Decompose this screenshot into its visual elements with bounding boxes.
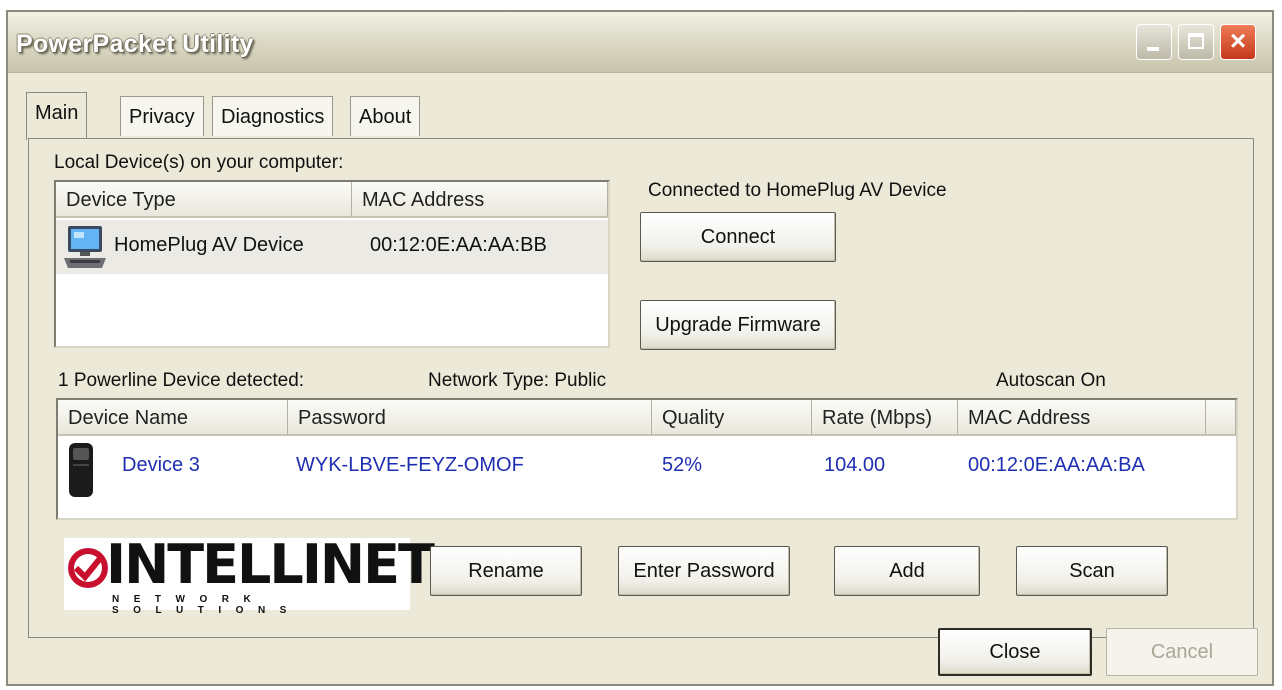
logo-wordmark: INTELLINET [106,533,435,596]
powerpacket-window: PowerPacket Utility × Main Privacy Diagn… [6,10,1274,686]
upgrade-firmware-button[interactable]: Upgrade Firmware [640,300,836,350]
computer-icon [64,226,106,268]
minimize-icon [1147,47,1159,51]
close-window-button[interactable]: × [1220,24,1256,60]
tab-diagnostics[interactable]: Diagnostics [212,96,334,136]
intellinet-check-icon [68,548,108,588]
intellinet-logo: INTELLINET NETWORK SOLUTIONS [64,534,435,616]
table-row[interactable]: HomePlug AV Device 00:12:0E:AA:AA:BB [56,220,608,274]
tab-privacy[interactable]: Privacy [120,96,204,136]
column-header-rate[interactable]: Rate (Mbps) [812,400,958,436]
mac-address-cell: 00:12:0E:AA:AA:BA [968,454,1145,476]
local-devices-heading: Local Device(s) on your computer: [54,152,344,173]
column-header-label: Password [298,407,386,429]
local-device-list[interactable]: Device Type MAC Address HomePlug AV Devi… [54,180,610,348]
connection-status: Connected to HomePlug AV Device [648,180,947,201]
tab-about-label: About [359,106,412,128]
connect-button[interactable]: Connect [640,212,836,262]
quality-cell: 52% [662,454,703,476]
enter-password-button[interactable]: Enter Password [618,546,790,596]
tab-diagnostics-label: Diagnostics [221,106,325,128]
rate-cell: 104.00 [824,454,886,476]
column-header-mac-address[interactable]: MAC Address [958,400,1206,436]
logo-tagline: NETWORK SOLUTIONS [112,594,301,616]
table-row[interactable]: Device 3 WYK-LBVE-FEYZ-OMOF 52% 104.00 0… [58,438,1236,504]
maximize-button[interactable] [1178,24,1214,60]
column-header-mac-address[interactable]: MAC Address [352,182,608,218]
tab-main[interactable]: Main [26,92,88,140]
add-button[interactable]: Add [834,546,980,596]
tab-privacy-label: Privacy [129,106,195,128]
minimize-button[interactable] [1136,24,1172,60]
rename-button[interactable]: Rename [430,546,582,596]
column-header-password[interactable]: Password [288,400,652,436]
column-header-label: Quality [662,407,725,429]
title-bar[interactable]: PowerPacket Utility × [8,12,1272,73]
column-header-label: MAC Address [968,407,1091,429]
close-button[interactable]: Close [938,628,1092,676]
column-header-device-type[interactable]: Device Type [56,182,352,218]
close-icon: × [1229,25,1247,56]
network-type-text: Network Type: Public [428,370,607,391]
column-header-quality[interactable]: Quality [652,400,812,436]
column-header-label: Rate (Mbps) [822,407,933,429]
tab-main-label: Main [35,102,79,124]
scan-button[interactable]: Scan [1016,546,1168,596]
column-header-filler [1206,400,1236,436]
column-header-device-name[interactable]: Device Name [58,400,288,436]
powerline-adapter-icon [69,443,93,497]
device-name-cell: Device 3 [122,454,200,476]
column-header-label: Device Name [68,407,189,429]
mac-address-cell: 00:12:0E:AA:AA:BB [370,234,547,256]
column-header-label: Device Type [66,189,176,211]
autoscan-status-text: Autoscan On [996,370,1106,391]
cancel-button[interactable]: Cancel [1106,628,1258,676]
powerline-device-list[interactable]: Device Name Password Quality Rate (Mbps)… [56,398,1238,520]
column-header-label: MAC Address [362,189,485,211]
maximize-icon [1188,33,1204,49]
device-type-cell: HomePlug AV Device [114,234,304,256]
password-cell: WYK-LBVE-FEYZ-OMOF [296,454,524,476]
tab-about[interactable]: About [350,96,421,136]
detected-count-text: 1 Powerline Device detected: [58,370,305,391]
window-title: PowerPacket Utility [16,30,254,58]
